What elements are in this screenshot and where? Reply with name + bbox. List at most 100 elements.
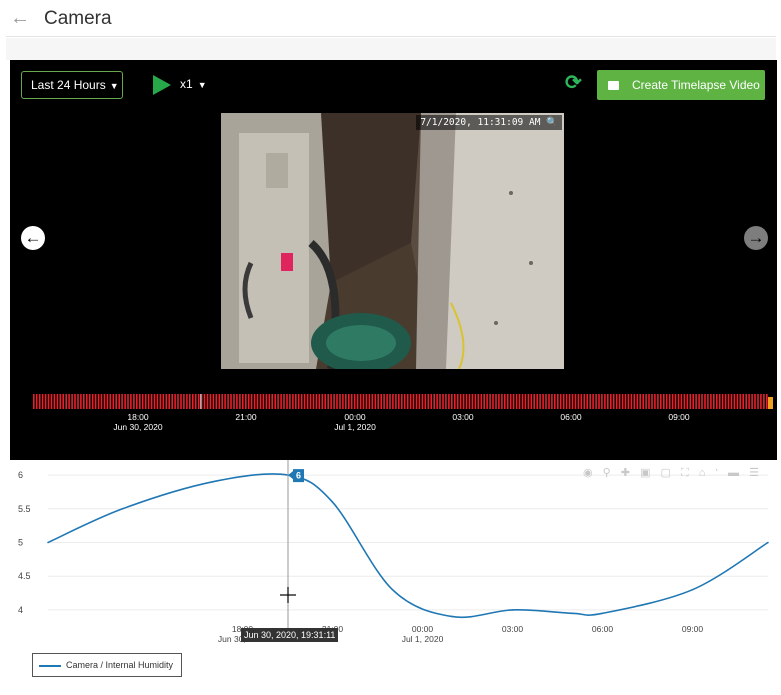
timeline-frame-tick[interactable]: [353, 394, 356, 409]
timeline-frame-tick[interactable]: [501, 394, 503, 409]
timeline-frame-tick[interactable]: [471, 394, 474, 409]
timeline-frame-tick[interactable]: [83, 394, 85, 409]
timeline-frame-tick[interactable]: [38, 394, 41, 409]
timeline-frame-tick[interactable]: [533, 394, 535, 409]
timeline-frame-tick[interactable]: [359, 394, 362, 409]
timeline-frame-tick[interactable]: [504, 394, 506, 409]
timeline-frame-tick[interactable]: [424, 394, 427, 409]
timeline-frame-tick[interactable]: [521, 394, 524, 409]
timeline-frame-tick[interactable]: [297, 394, 300, 409]
zoom-in-icon[interactable]: ▣: [640, 466, 650, 479]
timeline-frame-tick[interactable]: [683, 394, 686, 409]
timeline-frame-tick[interactable]: [757, 394, 759, 409]
timeline-frame-tick[interactable]: [562, 394, 565, 409]
timeline-frame-tick[interactable]: [362, 394, 365, 409]
timeline-frame-tick[interactable]: [147, 394, 150, 409]
autoscale-icon[interactable]: ⛶: [681, 467, 689, 480]
timeline-frame-tick[interactable]: [430, 394, 432, 409]
home-icon[interactable]: ⌂: [699, 467, 706, 479]
timeline-frame-tick[interactable]: [103, 394, 106, 409]
timeline-frame-tick[interactable]: [283, 394, 285, 409]
timeline-frame-tick[interactable]: [289, 394, 291, 409]
timeline-frame-tick[interactable]: [277, 394, 279, 409]
timeline-frame-tick[interactable]: [392, 394, 394, 409]
timeline-frame-tick[interactable]: [586, 394, 588, 409]
timeline-frame-tick[interactable]: [477, 394, 480, 409]
timeline-frame-tick[interactable]: [56, 394, 59, 409]
timeline-frame-tick[interactable]: [742, 394, 744, 409]
timeline-frame-tick[interactable]: [612, 394, 615, 409]
timeline-frame-tick[interactable]: [624, 394, 627, 409]
timeline-frame-tick[interactable]: [339, 394, 341, 409]
timeline-frame-tick[interactable]: [97, 394, 100, 409]
timeline-frame-tick[interactable]: [286, 394, 288, 409]
timeline-frame-tick[interactable]: [680, 394, 683, 409]
timeline-frame-tick[interactable]: [327, 394, 329, 409]
timeline-frame-tick[interactable]: [448, 394, 450, 409]
timeline-frame-tick[interactable]: [515, 394, 518, 409]
timeline-frame-tick[interactable]: [618, 394, 621, 409]
timeline-frame-tick[interactable]: [183, 394, 185, 409]
timeline-frame-tick[interactable]: [651, 394, 653, 409]
timeline-frame-tick[interactable]: [456, 394, 459, 409]
timeline-frame-tick[interactable]: [630, 394, 633, 409]
timeline-frame-tick[interactable]: [733, 394, 736, 409]
timeline-frame-tick[interactable]: [604, 394, 606, 409]
timeline-frame-tick[interactable]: [539, 394, 541, 409]
timeline-frame-tick[interactable]: [197, 394, 200, 409]
timeline-frame-tick[interactable]: [309, 394, 312, 409]
timeline-frame-tick[interactable]: [721, 394, 724, 409]
timeline-frame-tick[interactable]: [365, 394, 368, 409]
timeline-frame-tick[interactable]: [763, 394, 765, 409]
playback-speed-dropdown[interactable]: x1 ▼: [180, 77, 207, 91]
timeline-frame-tick[interactable]: [509, 394, 512, 409]
timeline-frame-tick[interactable]: [589, 394, 591, 409]
timeline-frame-tick[interactable]: [427, 394, 430, 409]
timeline-frame-tick[interactable]: [671, 394, 674, 409]
timeline-frame-tick[interactable]: [59, 394, 62, 409]
timeline-frame-tick[interactable]: [247, 394, 250, 409]
closest-hover-icon[interactable]: ☰: [749, 466, 759, 479]
timeline-frame-tick[interactable]: [398, 394, 400, 409]
timeline-frame-tick[interactable]: [233, 394, 235, 409]
timeline-frame-tick[interactable]: [663, 394, 665, 409]
timeline-frame-tick[interactable]: [724, 394, 727, 409]
timeline-frame-tick[interactable]: [88, 394, 91, 409]
timeline-frame-tick[interactable]: [356, 394, 359, 409]
timeline-frame-tick[interactable]: [300, 394, 303, 409]
timeline-frame-tick[interactable]: [445, 394, 447, 409]
play-button[interactable]: [153, 75, 171, 95]
zoom-in-icon[interactable]: 🔍: [546, 117, 558, 128]
timeline-frame-tick[interactable]: [542, 394, 544, 409]
camera-snapshot-icon[interactable]: ◉: [583, 466, 593, 479]
timeline-frame-tick[interactable]: [498, 394, 500, 409]
timeline-frame-tick[interactable]: [280, 394, 282, 409]
timeline-frame-tick[interactable]: [568, 394, 571, 409]
timeline-frame-tick[interactable]: [374, 394, 377, 409]
timeline-frame-tick[interactable]: [536, 394, 538, 409]
timeline-frame-tick[interactable]: [124, 394, 126, 409]
timeline-frame-tick[interactable]: [713, 394, 715, 409]
timeline-frame-tick[interactable]: [518, 394, 521, 409]
pan-icon[interactable]: ✚: [621, 466, 630, 479]
timeline-frame-tick[interactable]: [136, 394, 138, 409]
spike-lines-icon[interactable]: ‘: [716, 467, 718, 479]
timeline-frame-tick[interactable]: [68, 394, 70, 409]
timeline-frame-tick[interactable]: [186, 394, 188, 409]
timeline-frame-tick[interactable]: [524, 394, 527, 409]
zoom-icon[interactable]: ⚲: [603, 466, 611, 479]
timeline-frame-tick[interactable]: [412, 394, 415, 409]
timeline-frame-tick[interactable]: [115, 394, 117, 409]
timeline-frame-tick[interactable]: [474, 394, 477, 409]
data-point[interactable]: [571, 612, 574, 615]
timeline-frame-tick[interactable]: [557, 394, 559, 409]
timeline-frame-tick[interactable]: [668, 394, 671, 409]
timeline-frame-tick[interactable]: [433, 394, 435, 409]
compare-hover-icon[interactable]: ▬: [728, 467, 739, 479]
timeline-frame-tick[interactable]: [660, 394, 662, 409]
timeline-frame-tick[interactable]: [506, 394, 509, 409]
timeline-frame-tick[interactable]: [689, 394, 692, 409]
timeline-frame-tick[interactable]: [421, 394, 424, 409]
timeline-frame-tick[interactable]: [483, 394, 485, 409]
timeline-frame-tick[interactable]: [739, 394, 742, 409]
